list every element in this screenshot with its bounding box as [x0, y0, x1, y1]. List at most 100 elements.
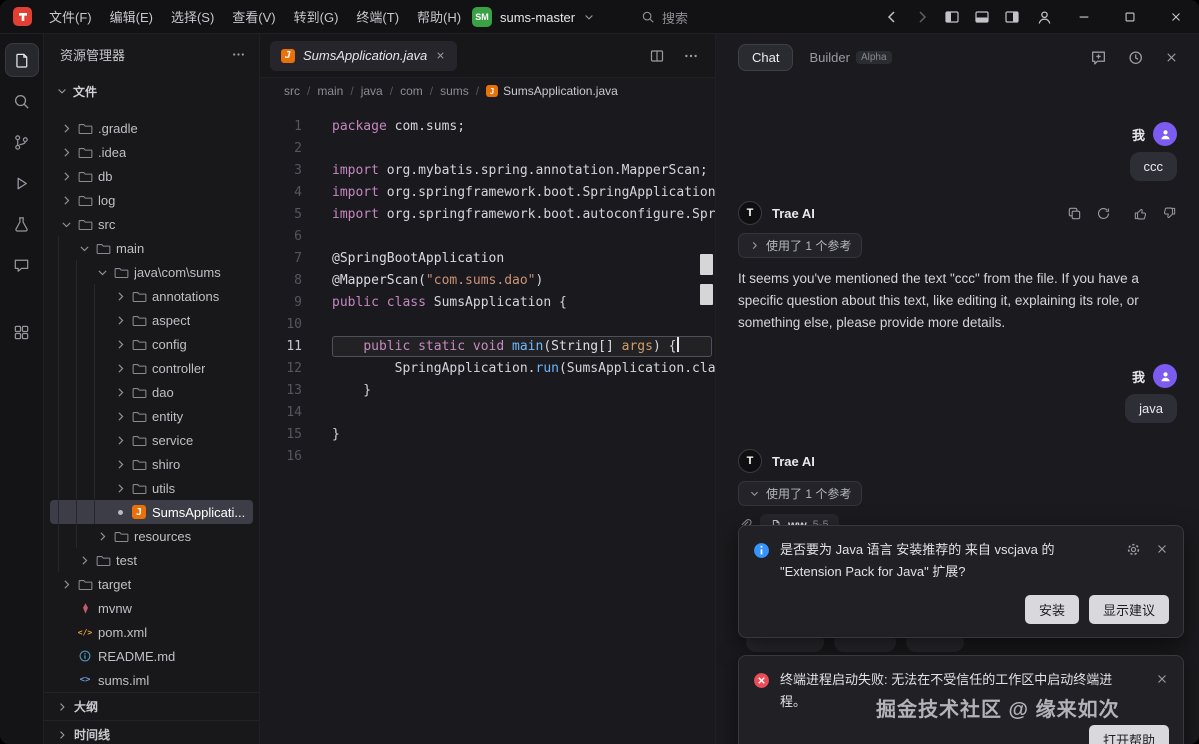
app-logo-icon[interactable] — [13, 7, 32, 26]
tree-item[interactable]: mvnw — [50, 596, 253, 620]
editor-tab-active[interactable]: J SumsApplication.java — [270, 41, 457, 71]
code-text[interactable]: public class SumsApplication { — [332, 292, 567, 314]
close-icon[interactable] — [1155, 542, 1169, 556]
toggle-left-panel-icon[interactable] — [937, 0, 967, 34]
code-line[interactable]: 8@MapperScan("com.sums.dao") — [260, 270, 715, 292]
tree-item[interactable]: config — [50, 332, 253, 356]
reference-toggle[interactable]: 使用了 1 个参考 — [738, 233, 862, 258]
nav-forward-icon[interactable] — [907, 0, 937, 34]
code-text[interactable]: public static void main(String[] args) { — [332, 336, 679, 358]
code-line[interactable]: 12 SpringApplication.run(SumsApplication… — [260, 358, 715, 380]
code-line[interactable]: 4import org.springframework.boot.SpringA… — [260, 182, 715, 204]
search-icon[interactable] — [5, 84, 39, 118]
window-maximize-button[interactable] — [1107, 0, 1153, 34]
tree-item[interactable]: <>sums.iml — [50, 668, 253, 692]
gear-icon[interactable] — [1126, 542, 1141, 557]
apps-grid-icon[interactable] — [5, 315, 39, 349]
tree-item[interactable]: dao — [50, 380, 253, 404]
window-close-button[interactable] — [1153, 0, 1199, 34]
tree-item[interactable]: annotations — [50, 284, 253, 308]
thumbs-down-icon[interactable] — [1162, 206, 1177, 221]
close-icon[interactable] — [1164, 50, 1179, 65]
code-text[interactable]: import org.springframework.boot.autoconf… — [332, 204, 715, 226]
more-actions-icon[interactable] — [231, 47, 246, 62]
code-text[interactable]: @SpringBootApplication — [332, 248, 504, 270]
code-line[interactable]: 16 — [260, 446, 715, 468]
code-line[interactable]: 2 — [260, 138, 715, 160]
code-text[interactable]: } — [332, 380, 371, 402]
code-line[interactable]: 13 } — [260, 380, 715, 402]
tree-item[interactable]: </>pom.xml — [50, 620, 253, 644]
breadcrumb-current[interactable]: J SumsApplication.java — [486, 84, 618, 98]
tree-item[interactable]: README.md — [50, 644, 253, 668]
window-minimize-button[interactable] — [1061, 0, 1107, 34]
explorer-icon[interactable] — [5, 43, 39, 77]
tree-item[interactable]: aspect — [50, 308, 253, 332]
code-line[interactable]: 10 — [260, 314, 715, 336]
code-line[interactable]: 6 — [260, 226, 715, 248]
menu-item-0[interactable]: 文件(F) — [40, 0, 101, 33]
tree-item[interactable]: .gradle — [50, 116, 253, 140]
source-control-icon[interactable] — [5, 125, 39, 159]
toggle-bottom-panel-icon[interactable] — [967, 0, 997, 34]
code-line[interactable]: 15} — [260, 424, 715, 446]
code-line[interactable]: 11 public static void main(String[] args… — [260, 336, 715, 358]
tree-item[interactable]: test — [50, 548, 253, 572]
tree-item[interactable]: src — [50, 212, 253, 236]
menu-item-4[interactable]: 转到(G) — [285, 0, 348, 33]
tree-item[interactable]: shiro — [50, 452, 253, 476]
timeline-section-header[interactable]: 时间线 — [44, 720, 259, 744]
menu-item-1[interactable]: 编辑(E) — [101, 0, 162, 33]
code-line[interactable]: 3import org.mybatis.spring.annotation.Ma… — [260, 160, 715, 182]
open-help-button[interactable]: 打开帮助 — [1089, 725, 1169, 744]
run-debug-icon[interactable] — [5, 166, 39, 200]
show-recommendation-button[interactable]: 显示建议 — [1089, 595, 1169, 624]
tree-item[interactable]: .idea — [50, 140, 253, 164]
tree-item[interactable]: target — [50, 572, 253, 596]
code-line[interactable]: 9public class SumsApplication { — [260, 292, 715, 314]
code-line[interactable]: 5import org.springframework.boot.autocon… — [260, 204, 715, 226]
split-editor-icon[interactable] — [649, 48, 665, 64]
code-editor[interactable]: 1package com.sums;23import org.mybatis.s… — [260, 104, 715, 724]
menu-item-2[interactable]: 选择(S) — [162, 0, 223, 33]
menu-item-5[interactable]: 终端(T) — [347, 0, 408, 33]
tree-item[interactable]: entity — [50, 404, 253, 428]
breadcrumb-item[interactable]: main — [317, 84, 343, 98]
tree-item[interactable]: java\com\sums — [50, 260, 253, 284]
code-line[interactable]: 1package com.sums; — [260, 116, 715, 138]
nav-back-icon[interactable] — [877, 0, 907, 34]
regenerate-icon[interactable] — [1096, 206, 1111, 221]
menu-item-6[interactable]: 帮助(H) — [408, 0, 470, 33]
global-search-button[interactable]: 搜索 — [641, 0, 688, 34]
more-actions-icon[interactable] — [683, 48, 699, 64]
tree-item[interactable]: db — [50, 164, 253, 188]
code-text[interactable]: @MapperScan("com.sums.dao") — [332, 270, 543, 292]
tree-item[interactable]: service — [50, 428, 253, 452]
close-icon[interactable] — [1155, 672, 1169, 686]
code-text[interactable]: } — [332, 424, 340, 446]
tree-item[interactable]: utils — [50, 476, 253, 500]
code-text[interactable]: import org.springframework.boot.SpringAp… — [332, 182, 715, 204]
code-line[interactable]: 7@SpringBootApplication — [260, 248, 715, 270]
code-text[interactable]: package com.sums; — [332, 116, 465, 138]
copy-icon[interactable] — [1067, 206, 1082, 221]
code-text[interactable]: import org.mybatis.spring.annotation.Map… — [332, 160, 708, 182]
breadcrumb-item[interactable]: com — [400, 84, 423, 98]
breadcrumb-item[interactable]: sums — [440, 84, 469, 98]
project-switcher[interactable]: SM sums-master — [472, 0, 595, 34]
breadcrumb-item[interactable]: src — [284, 84, 300, 98]
tree-item[interactable]: log — [50, 188, 253, 212]
tree-item[interactable]: resources — [50, 524, 253, 548]
reference-toggle[interactable]: 使用了 1 个参考 — [738, 481, 862, 506]
tab-chat[interactable]: Chat — [738, 44, 793, 71]
menu-item-3[interactable]: 查看(V) — [223, 0, 284, 33]
tab-close-icon[interactable] — [435, 50, 446, 61]
history-icon[interactable] — [1127, 49, 1144, 66]
code-text[interactable]: SpringApplication.run(SumsApplication.cl… — [332, 358, 715, 380]
install-button[interactable]: 安装 — [1025, 595, 1079, 624]
thumbs-up-icon[interactable] — [1133, 206, 1148, 221]
code-line[interactable]: 14 — [260, 402, 715, 424]
files-section-header[interactable]: 文件 — [44, 74, 259, 108]
breadcrumb-item[interactable]: java — [361, 84, 383, 98]
tree-item[interactable]: controller — [50, 356, 253, 380]
